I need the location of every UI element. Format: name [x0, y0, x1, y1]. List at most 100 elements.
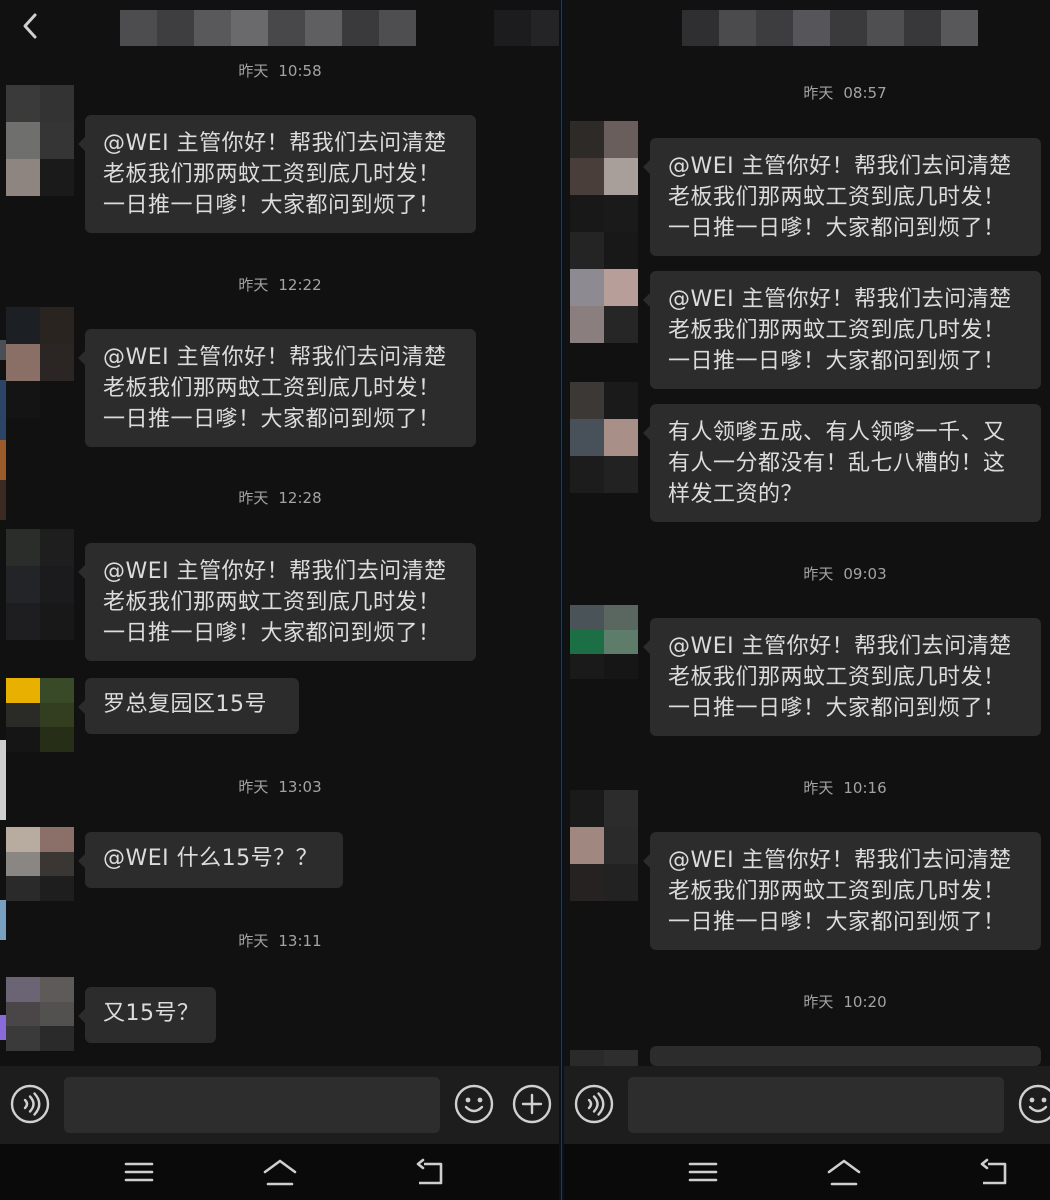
- message-text-line: 样发工资的？: [668, 482, 804, 507]
- back-icon[interactable]: [412, 1156, 448, 1188]
- message-text-line: 一日推一日嗲！大家都问到烦了！: [668, 216, 1006, 241]
- home-icon[interactable]: [826, 1156, 862, 1188]
- avatar[interactable]: [570, 790, 638, 901]
- timestamp-time: 13:03: [278, 778, 322, 796]
- back-icon[interactable]: [976, 1156, 1012, 1188]
- menu-icon[interactable]: [685, 1156, 721, 1188]
- message-text-line: 一日推一日嗲！大家都问到烦了！: [668, 349, 1006, 374]
- timestamp-time: 10:16: [843, 779, 887, 797]
- message-text-line: @WEI 什么15号？？: [103, 846, 319, 871]
- avatar[interactable]: [570, 605, 638, 679]
- timestamp: 昨天 12:28: [210, 486, 350, 510]
- message-text-line: @WEI 主管你好！帮我们去问清楚: [668, 848, 1012, 873]
- emoji-icon[interactable]: [454, 1084, 494, 1124]
- message-text-line: 罗总复园区15号: [103, 692, 267, 717]
- message-text-line: 一日推一日嗲！大家都问到烦了！: [668, 910, 1006, 935]
- timestamp: 昨天 08:57: [775, 81, 915, 105]
- chat-screen-left: 昨天 10:58 @WEI 主管你好！帮我们去问清楚 老板我们那两蚊工资到底几时发！ 一…: [0, 0, 559, 1200]
- timestamp-date: 昨天: [803, 565, 834, 583]
- voice-icon[interactable]: [574, 1084, 614, 1124]
- avatar[interactable]: [6, 85, 74, 196]
- timestamp: 昨天 10:20: [775, 990, 915, 1014]
- timestamp-time: 12:28: [278, 489, 322, 507]
- emoji-icon[interactable]: [1018, 1084, 1050, 1124]
- message-text-line: 老板我们那两蚊工资到底几时发！: [668, 318, 1006, 343]
- message-bubble[interactable]: @WEI 什么15号？？: [78, 832, 343, 888]
- message-text-line: 老板我们那两蚊工资到底几时发！: [668, 185, 1006, 210]
- plus-icon[interactable]: [512, 1084, 552, 1124]
- timestamp-date: 昨天: [238, 932, 269, 950]
- avatar[interactable]: [6, 977, 74, 1051]
- message-bubble[interactable]: [643, 1046, 1041, 1082]
- timestamp: 昨天 13:11: [210, 929, 350, 953]
- input-bar: [564, 1066, 1050, 1144]
- message-text-line: 老板我们那两蚊工资到底几时发！: [103, 376, 441, 401]
- timestamp-time: 10:20: [843, 993, 887, 1011]
- avatar[interactable]: [6, 529, 74, 640]
- avatar[interactable]: [6, 827, 74, 901]
- message-text-line: @WEI 主管你好！帮我们去问清楚: [668, 287, 1012, 312]
- chat-title-obscured: [120, 10, 416, 46]
- timestamp-date: 昨天: [238, 62, 269, 80]
- timestamp-time: 10:58: [278, 62, 322, 80]
- avatar[interactable]: [570, 382, 638, 493]
- message-bubble[interactable]: @WEI 主管你好！帮我们去问清楚 老板我们那两蚊工资到底几时发！ 一日推一日嗲！大…: [643, 138, 1041, 256]
- message-text-line: 一日推一日嗲！大家都问到烦了！: [103, 193, 441, 218]
- message-text-line: @WEI 主管你好！帮我们去问清楚: [103, 131, 447, 156]
- message-bubble[interactable]: @WEI 主管你好！帮我们去问清楚 老板我们那两蚊工资到底几时发！ 一日推一日嗲！大…: [78, 115, 476, 233]
- timestamp-date: 昨天: [803, 993, 834, 1011]
- timestamp: 昨天 12:22: [210, 273, 350, 297]
- avatar[interactable]: [6, 678, 74, 752]
- avatar[interactable]: [6, 307, 74, 418]
- chat-header: [564, 0, 1050, 58]
- system-nav-bar: [564, 1144, 1050, 1200]
- message-bubble[interactable]: 罗总复园区15号: [78, 678, 299, 734]
- message-text-line: 有人一分都没有！乱七八糟的！这: [668, 451, 1006, 476]
- home-icon[interactable]: [262, 1156, 298, 1188]
- input-bar: [0, 1066, 559, 1144]
- message-text-line: 老板我们那两蚊工资到底几时发！: [103, 162, 441, 187]
- system-nav-bar: [0, 1144, 559, 1200]
- message-text-line: 一日推一日嗲！大家都问到烦了！: [103, 621, 441, 646]
- timestamp: 昨天 09:03: [775, 562, 915, 586]
- message-bubble[interactable]: @WEI 主管你好！帮我们去问清楚 老板我们那两蚊工资到底几时发！ 一日推一日嗲！大…: [643, 618, 1041, 736]
- message-input[interactable]: [628, 1077, 1004, 1133]
- timestamp: 昨天 10:58: [210, 59, 350, 83]
- timestamp-date: 昨天: [238, 489, 269, 507]
- timestamp: 昨天 10:16: [775, 776, 915, 800]
- message-text-line: 老板我们那两蚊工资到底几时发！: [103, 590, 441, 615]
- message-bubble[interactable]: 有人领嗲五成、有人领嗲一千、又 有人一分都没有！乱七八糟的！这 样发工资的？: [643, 404, 1041, 522]
- message-text-line: @WEI 主管你好！帮我们去问清楚: [103, 559, 447, 584]
- timestamp-date: 昨天: [238, 778, 269, 796]
- message-text-line: 老板我们那两蚊工资到底几时发！: [668, 665, 1006, 690]
- message-bubble[interactable]: @WEI 主管你好！帮我们去问清楚 老板我们那两蚊工资到底几时发！ 一日推一日嗲！大…: [643, 832, 1041, 950]
- message-text-line: @WEI 主管你好！帮我们去问清楚: [103, 345, 447, 370]
- message-text-line: 一日推一日嗲！大家都问到烦了！: [668, 696, 1006, 721]
- message-text-line: 老板我们那两蚊工资到底几时发！: [668, 879, 1006, 904]
- timestamp-date: 昨天: [238, 276, 269, 294]
- chevron-left-icon[interactable]: [16, 8, 46, 44]
- timestamp-time: 09:03: [843, 565, 887, 583]
- chat-header: [0, 0, 559, 58]
- chat-screen-right: 昨天 08:57 @WEI 主管你好！帮我们去问清楚 老板我们那两蚊工资到底几时发！ 一…: [564, 0, 1050, 1200]
- timestamp: 昨天 13:03: [210, 775, 350, 799]
- timestamp-date: 昨天: [803, 84, 834, 102]
- menu-icon[interactable]: [121, 1156, 157, 1188]
- message-text-line: @WEI 主管你好！帮我们去问清楚: [668, 154, 1012, 179]
- title-mosaic-right-edge: [494, 10, 559, 46]
- message-bubble[interactable]: 又15号？: [78, 987, 216, 1043]
- message-text-line: @WEI 主管你好！帮我们去问清楚: [668, 634, 1012, 659]
- avatar[interactable]: [570, 121, 638, 232]
- message-bubble[interactable]: @WEI 主管你好！帮我们去问清楚 老板我们那两蚊工资到底几时发！ 一日推一日嗲！大…: [78, 329, 476, 447]
- message-bubble[interactable]: @WEI 主管你好！帮我们去问清楚 老板我们那两蚊工资到底几时发！ 一日推一日嗲！大…: [643, 271, 1041, 389]
- timestamp-time: 13:11: [278, 932, 322, 950]
- message-bubble[interactable]: @WEI 主管你好！帮我们去问清楚 老板我们那两蚊工资到底几时发！ 一日推一日嗲！大…: [78, 543, 476, 661]
- avatar[interactable]: [570, 232, 638, 343]
- timestamp-date: 昨天: [803, 779, 834, 797]
- message-text-line: 一日推一日嗲！大家都问到烦了！: [103, 407, 441, 432]
- message-input[interactable]: [64, 1077, 440, 1133]
- timestamp-time: 12:22: [278, 276, 322, 294]
- chat-title-obscured: [682, 10, 978, 46]
- voice-icon[interactable]: [10, 1084, 50, 1124]
- message-text-line: 又15号？: [103, 1001, 200, 1026]
